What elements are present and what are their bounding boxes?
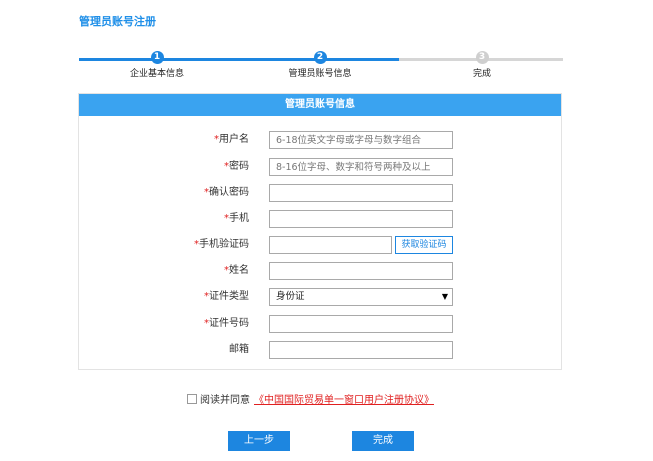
- row-email: 邮箱: [79, 341, 561, 359]
- row-id-number: *证件号码: [79, 315, 561, 333]
- confirm-password-label: *确认密码: [204, 184, 249, 202]
- password-label: *密码: [224, 158, 249, 176]
- previous-step-button[interactable]: 上一步: [228, 431, 290, 451]
- step-3-marker: 3: [475, 51, 489, 64]
- step-2-marker: 2: [313, 51, 327, 64]
- password-input[interactable]: [269, 158, 453, 176]
- row-name: *姓名: [79, 262, 561, 280]
- finish-button[interactable]: 完成: [352, 431, 414, 451]
- password-label-text: 密码: [229, 161, 249, 172]
- id-number-label-text: 证件号码: [209, 318, 249, 329]
- step-3-label: 完成: [472, 69, 491, 79]
- agreement-checkbox[interactable]: [187, 393, 197, 404]
- confirm-password-input[interactable]: [269, 184, 453, 202]
- username-label: *用户名: [214, 131, 249, 149]
- panel-header: 管理员账号信息: [79, 94, 561, 116]
- name-label: *姓名: [224, 262, 249, 280]
- email-label: 邮箱: [229, 341, 249, 359]
- step-complete: 3 完成: [422, 51, 542, 79]
- phone-input[interactable]: [269, 210, 453, 228]
- dropdown-arrow-icon: ▼: [441, 292, 448, 301]
- step-admin-account: 2 管理员账号信息: [260, 51, 380, 79]
- username-label-text: 用户名: [219, 134, 249, 145]
- sms-code-input[interactable]: [269, 236, 392, 254]
- step-progress: 1 企业基本信息 2 管理员账号信息 3 完成: [79, 51, 563, 85]
- id-number-input[interactable]: [269, 315, 453, 333]
- row-id-type: *证件类型 身份证 ▼: [79, 288, 561, 306]
- agreement-row: 阅读并同意 《中国国际贸易单一窗口用户注册协议》: [187, 391, 434, 406]
- row-username: *用户名: [79, 131, 561, 149]
- id-type-label-text: 证件类型: [209, 291, 249, 302]
- row-phone: *手机: [79, 210, 561, 228]
- agreement-text: 阅读并同意: [200, 395, 250, 406]
- username-input[interactable]: [269, 131, 453, 149]
- row-password: *密码: [79, 158, 561, 176]
- step-enterprise-info: 1 企业基本信息: [97, 51, 217, 79]
- row-sms-code: *手机验证码 获取验证码: [79, 236, 561, 254]
- step-1-label: 企业基本信息: [129, 69, 184, 79]
- step-2-label: 管理员账号信息: [288, 69, 352, 79]
- confirm-password-label-text: 确认密码: [209, 187, 249, 198]
- name-input[interactable]: [269, 262, 453, 280]
- email-label-text: 邮箱: [229, 344, 249, 355]
- name-label-text: 姓名: [229, 265, 249, 276]
- get-verification-code-button[interactable]: 获取验证码: [395, 236, 453, 254]
- sms-code-label: *手机验证码: [194, 236, 249, 254]
- phone-label-text: 手机: [229, 213, 249, 224]
- page-title: 管理员账号注册: [79, 15, 156, 28]
- id-type-selected-value: 身份证: [276, 291, 305, 302]
- sms-code-label-text: 手机验证码: [199, 239, 249, 250]
- id-number-label: *证件号码: [204, 315, 249, 333]
- row-confirm-password: *确认密码: [79, 184, 561, 202]
- admin-account-form-panel: 管理员账号信息 *用户名 *密码 *确认密码 *手机 *手机验证码 获取验证码 …: [78, 93, 562, 370]
- step-1-marker: 1: [150, 51, 164, 64]
- id-type-select[interactable]: 身份证 ▼: [269, 288, 453, 306]
- id-type-label: *证件类型: [204, 288, 249, 306]
- email-input[interactable]: [269, 341, 453, 359]
- phone-label: *手机: [224, 210, 249, 228]
- agreement-link[interactable]: 《中国国际贸易单一窗口用户注册协议》: [254, 395, 434, 406]
